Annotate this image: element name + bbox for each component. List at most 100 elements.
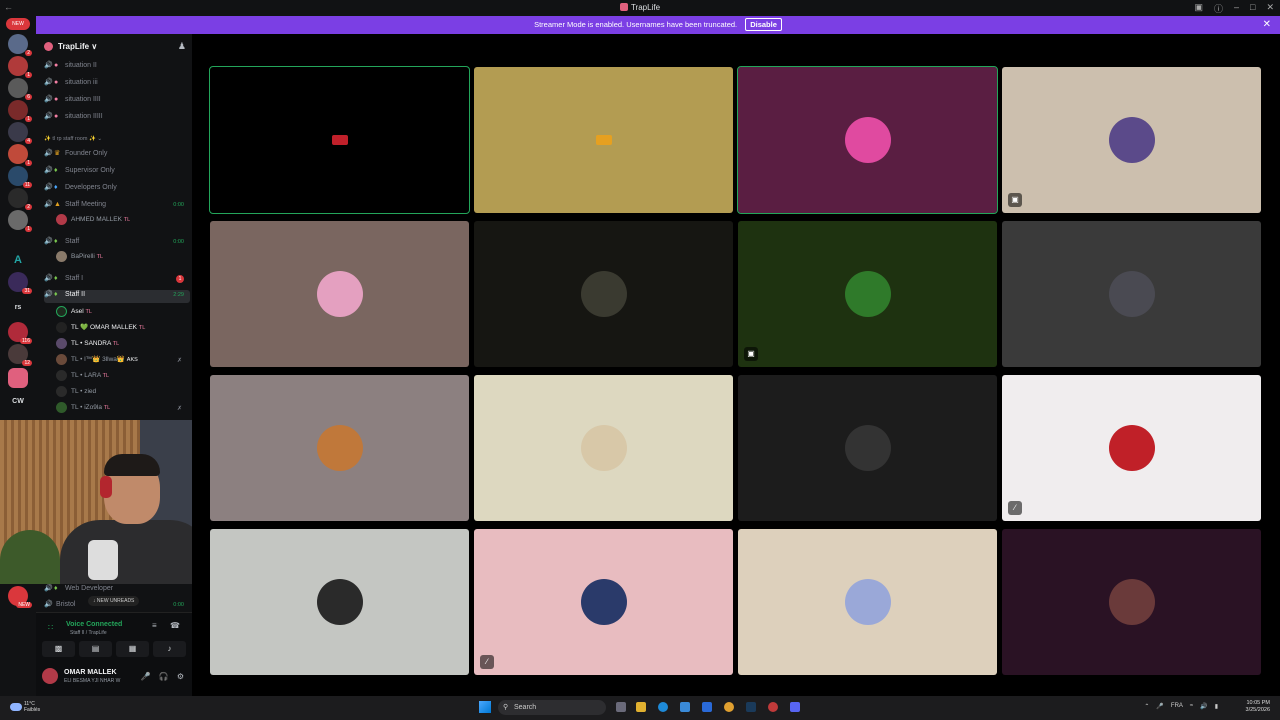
signal-icon[interactable]: ∷ bbox=[48, 623, 53, 632]
traplife-server-icon[interactable] bbox=[8, 368, 28, 388]
tile-9[interactable] bbox=[210, 375, 469, 521]
weather-widget[interactable]: 11°C Faiblés bbox=[24, 701, 40, 713]
server-name[interactable]: TrapLife ∨ bbox=[58, 42, 97, 51]
minimize-icon[interactable]: – bbox=[1234, 2, 1239, 15]
channel-member[interactable]: AHMED MALLEK TL bbox=[56, 214, 186, 229]
voice-member[interactable]: TL • l™👑 3llwa👑 AKS ✗ bbox=[56, 354, 186, 369]
user-name[interactable]: OMAR MALLEK bbox=[64, 669, 117, 676]
noise-suppression-icon[interactable]: ≡ bbox=[152, 621, 157, 630]
voice-channel[interactable]: 🔊♦ Developers Only bbox=[44, 183, 190, 196]
voice-channel[interactable]: 🔊● situation II bbox=[44, 61, 190, 74]
battery-icon[interactable]: ▮ bbox=[1215, 703, 1218, 710]
tile-4[interactable]: ▣ bbox=[1002, 67, 1261, 213]
voice-channel-active[interactable]: 🔊♦ Staff II 2:29 bbox=[44, 290, 190, 303]
file-explorer-icon[interactable] bbox=[636, 702, 646, 712]
tile-6[interactable] bbox=[474, 221, 733, 367]
clock[interactable]: 10:05 PM 3/25/2026 bbox=[1246, 700, 1270, 714]
taskbar-search[interactable]: ⚲ Search bbox=[498, 700, 606, 715]
voice-channel[interactable]: 🔊♦ Staff I 1 bbox=[44, 274, 190, 287]
mail-icon[interactable] bbox=[702, 702, 712, 712]
server-icon[interactable]: 116 bbox=[8, 322, 32, 344]
tile-12[interactable]: ∕ bbox=[1002, 375, 1261, 521]
server-icon[interactable]: 11 bbox=[8, 166, 32, 188]
tile-7[interactable]: ▣ bbox=[738, 221, 997, 367]
microphone-icon[interactable]: 🎤 bbox=[141, 672, 151, 681]
voice-member[interactable]: Asel TL bbox=[56, 306, 186, 321]
voice-channel[interactable]: 🔊● situation iii bbox=[44, 78, 190, 91]
tile-2[interactable] bbox=[474, 67, 733, 213]
headphones-icon[interactable]: 🎧 bbox=[159, 672, 169, 681]
chevron-up-icon[interactable]: ⌃ bbox=[1144, 703, 1149, 710]
banner-close-icon[interactable]: ✕ bbox=[1263, 16, 1271, 34]
tile-10[interactable] bbox=[474, 375, 733, 521]
screen-share-button[interactable]: ▤ bbox=[79, 641, 112, 657]
voice-connected-title[interactable]: Voice Connected bbox=[66, 621, 122, 628]
voice-channel[interactable]: 🔊♦ Supervisor Only bbox=[44, 166, 190, 179]
volume-icon[interactable]: 🔊 bbox=[1200, 703, 1207, 710]
server-letter-rs[interactable]: rs bbox=[8, 304, 28, 311]
activities-button[interactable]: ▦ bbox=[116, 641, 149, 657]
disable-streamer-button[interactable]: Disable bbox=[745, 18, 782, 31]
inbox-icon[interactable]: ▣ bbox=[1194, 2, 1203, 15]
new-unreads-pill[interactable]: ↓ NEW UNREADS bbox=[88, 596, 140, 606]
user-avatar[interactable] bbox=[42, 668, 58, 684]
channel-name: Staff bbox=[64, 238, 80, 245]
server-icon[interactable]: 1 bbox=[8, 210, 32, 232]
store-icon[interactable] bbox=[680, 702, 690, 712]
voice-channel[interactable]: 🔊▲ Staff Meeting 0:00 bbox=[44, 200, 190, 213]
server-icon[interactable]: 2 bbox=[8, 34, 32, 56]
chrome-icon[interactable] bbox=[724, 702, 734, 712]
mic-tray-icon[interactable]: 🎤 bbox=[1156, 703, 1163, 710]
server-icon[interactable]: 1 bbox=[8, 144, 32, 166]
tile-11[interactable] bbox=[738, 375, 997, 521]
server-icon[interactable]: 1 bbox=[8, 100, 32, 122]
close-window-icon[interactable]: ✕ bbox=[1266, 2, 1274, 15]
tile-1[interactable] bbox=[209, 66, 470, 214]
staff-category[interactable]: ✨ tl rp staff room ✨ ⌄ bbox=[44, 136, 102, 142]
voice-channel[interactable]: 🔊● situation IIII bbox=[44, 95, 190, 108]
language-indicator[interactable]: FRA bbox=[1171, 703, 1183, 710]
server-icon[interactable]: 12 bbox=[8, 344, 32, 366]
help-icon[interactable]: ⓘ bbox=[1214, 2, 1223, 15]
steam-icon[interactable] bbox=[746, 702, 756, 712]
tile-3[interactable] bbox=[737, 66, 998, 214]
channel-member[interactable]: BaPirelli TL bbox=[56, 251, 186, 266]
tile-8[interactable] bbox=[1002, 221, 1261, 367]
voice-channel[interactable]: 🔊♛ Founder Only bbox=[44, 149, 190, 162]
wifi-icon[interactable]: ≈ bbox=[1190, 703, 1193, 710]
server-icon[interactable]: NEW bbox=[8, 586, 32, 608]
tile-15[interactable] bbox=[738, 529, 997, 675]
speaker-icon: 🔊 bbox=[44, 291, 53, 298]
soundboard-button[interactable]: ♪ bbox=[153, 641, 186, 657]
task-view-icon[interactable] bbox=[616, 702, 626, 712]
server-icon[interactable]: 6 bbox=[8, 78, 32, 100]
voice-channel[interactable]: 🔊● situation IIIII bbox=[44, 112, 190, 125]
camera-button[interactable]: ▩ bbox=[42, 641, 75, 657]
voice-channel-path[interactable]: Staff II / TrapLife bbox=[70, 630, 107, 636]
server-letter-cw[interactable]: CW bbox=[8, 398, 28, 405]
server-letter-a[interactable]: A bbox=[8, 254, 28, 266]
tile-16[interactable] bbox=[1002, 529, 1261, 675]
voice-channel[interactable]: 🔊♦ Staff 0:00 bbox=[44, 237, 190, 250]
maximize-icon[interactable]: □ bbox=[1250, 2, 1255, 15]
tile-13[interactable] bbox=[210, 529, 469, 675]
voice-member[interactable]: TL • LARA TL bbox=[56, 370, 186, 385]
server-icon[interactable]: 4 bbox=[8, 122, 32, 144]
discord-icon[interactable] bbox=[790, 702, 800, 712]
invite-user-icon[interactable]: ♟ bbox=[178, 41, 186, 52]
tile-14[interactable]: ∕ bbox=[474, 529, 733, 675]
tile-5[interactable] bbox=[210, 221, 469, 367]
disconnect-icon[interactable]: ☎ bbox=[170, 621, 180, 630]
voice-member[interactable]: TL • iZo9la TL ✗ bbox=[56, 402, 186, 417]
voice-member[interactable]: TL • zied bbox=[56, 386, 186, 401]
server-icon[interactable]: 31 bbox=[8, 272, 32, 294]
edge-icon[interactable] bbox=[658, 702, 668, 712]
windows-start-icon[interactable] bbox=[479, 701, 491, 713]
voice-member[interactable]: TL • SANDRA TL bbox=[56, 338, 186, 353]
voice-member[interactable]: TL 💚 OMAR MALLEK TL bbox=[56, 322, 186, 337]
server-icon[interactable]: 1 bbox=[8, 56, 32, 78]
server-icon[interactable]: 2 bbox=[8, 188, 32, 210]
app-icon[interactable] bbox=[768, 702, 778, 712]
settings-gear-icon[interactable]: ⚙ bbox=[177, 672, 184, 681]
server-header[interactable]: TrapLife ∨ ♟ bbox=[36, 34, 192, 58]
